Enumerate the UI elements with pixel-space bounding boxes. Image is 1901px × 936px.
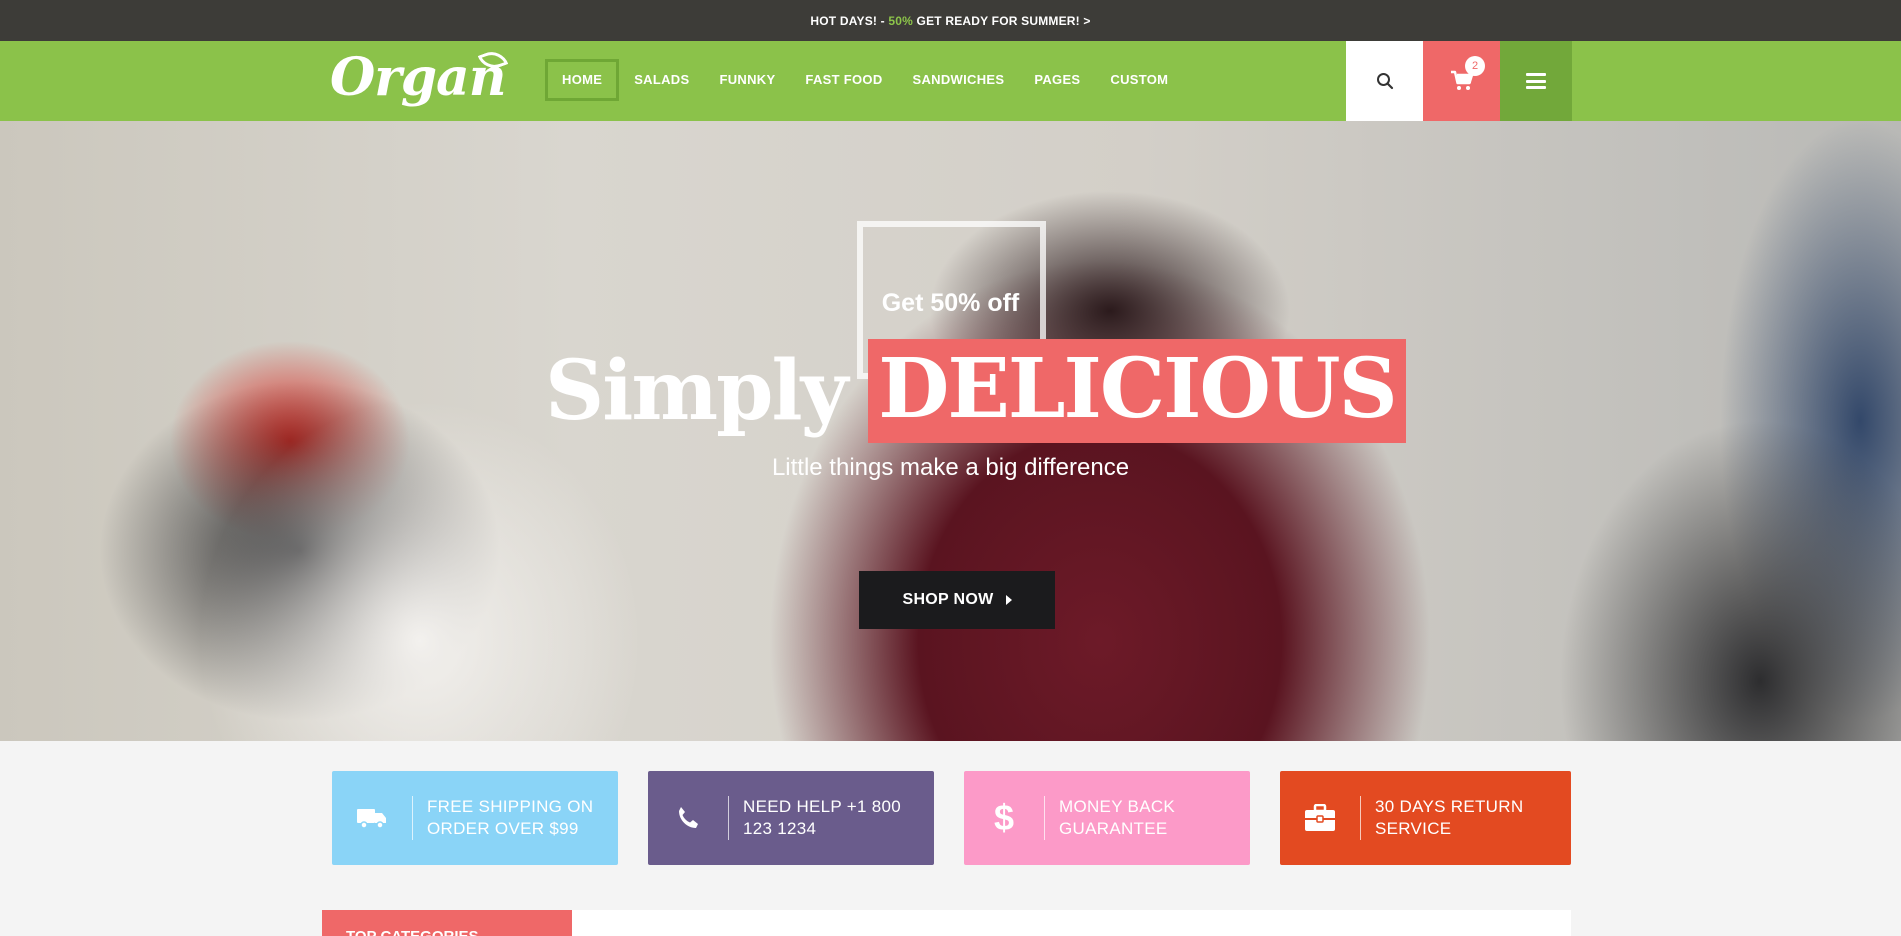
nav-item-home[interactable]: HOME: [545, 59, 620, 101]
nav-item-pages[interactable]: PAGES: [1019, 59, 1095, 101]
nav-item-fast-food[interactable]: FAST FOOD: [790, 59, 897, 101]
main-nav: HOME SALADS FUNNKY FAST FOOD SANDWICHES …: [545, 59, 1183, 101]
menu-button[interactable]: [1500, 41, 1572, 121]
briefcase-icon: [1305, 804, 1335, 831]
feature-divider: [1360, 796, 1361, 840]
hero-title-plain: Simply: [545, 343, 848, 439]
feature-text: NEED HELP +1 800 123 1234: [743, 796, 901, 840]
top-categories-tab[interactable]: TOP CATEGORIES: [322, 910, 572, 936]
hero-banner: Get 50% off Simply DELICIOUS Little thin…: [0, 121, 1901, 741]
nav-item-salads[interactable]: SALADS: [619, 59, 704, 101]
feature-text: FREE SHIPPING ON ORDER OVER $99: [427, 796, 593, 840]
hero-subtitle: Little things make a big difference: [771, 454, 1130, 481]
promo-bar[interactable]: HOT DAYS! - 50% GET READY FOR SUMMER! >: [0, 0, 1901, 41]
shop-now-button[interactable]: SHOP NOW: [859, 571, 1055, 629]
dollar-icon: $: [993, 797, 1015, 838]
feature-line-2: GUARANTEE: [1059, 819, 1168, 838]
feature-help[interactable]: NEED HELP +1 800 123 1234: [648, 771, 934, 865]
hero-title-highlight: DELICIOUS: [868, 339, 1406, 443]
search-button[interactable]: [1346, 41, 1423, 121]
feature-money-back[interactable]: $ MONEY BACK GUARANTEE: [964, 771, 1250, 865]
feature-line-1: NEED HELP +1 800: [743, 797, 902, 816]
feature-line-2: SERVICE: [1375, 819, 1452, 838]
hamburger-icon: [1526, 73, 1546, 89]
phone-icon: [679, 807, 698, 828]
feature-line-2: 123 1234: [743, 819, 817, 838]
feature-divider: [412, 796, 413, 840]
promo-suffix: GET READY FOR SUMMER! >: [916, 13, 1091, 28]
shop-now-label: SHOP NOW: [902, 591, 994, 608]
feature-line-2: ORDER OVER $99: [427, 819, 579, 838]
hero-title: Simply DELICIOUS: [545, 339, 1406, 443]
feature-divider: [1044, 796, 1045, 840]
truck-icon: [357, 809, 386, 829]
feature-line-1: FREE SHIPPING ON: [427, 797, 594, 816]
hero-pretitle: Get 50% off: [881, 289, 1020, 317]
top-categories-label: TOP CATEGORIES: [346, 928, 479, 936]
feature-line-1: MONEY BACK: [1059, 797, 1176, 816]
nav-item-funnky[interactable]: FUNNKY: [704, 59, 790, 101]
feature-line-1: 30 DAYS RETURN: [1375, 797, 1524, 816]
feature-free-shipping[interactable]: FREE SHIPPING ON ORDER OVER $99: [332, 771, 618, 865]
promo-prefix: HOT DAYS! -: [810, 13, 885, 28]
cart-button[interactable]: 2: [1423, 41, 1500, 121]
promo-percent: 50%: [888, 13, 913, 28]
caret-right-icon: [1005, 595, 1012, 605]
main-header: Organ HOME SALADS FUNNKY FAST FOOD SANDW…: [0, 41, 1901, 121]
cart-count-badge: 2: [1465, 56, 1485, 76]
feature-returns[interactable]: 30 DAYS RETURN SERVICE: [1280, 771, 1571, 865]
search-icon: [1376, 73, 1393, 90]
feature-text: MONEY BACK GUARANTEE: [1059, 796, 1175, 840]
nav-item-custom[interactable]: CUSTOM: [1095, 59, 1183, 101]
nav-item-sandwiches[interactable]: SANDWICHES: [898, 59, 1020, 101]
feature-divider: [728, 796, 729, 840]
feature-text: 30 DAYS RETURN SERVICE: [1375, 796, 1523, 840]
site-logo[interactable]: Organ: [330, 47, 509, 108]
